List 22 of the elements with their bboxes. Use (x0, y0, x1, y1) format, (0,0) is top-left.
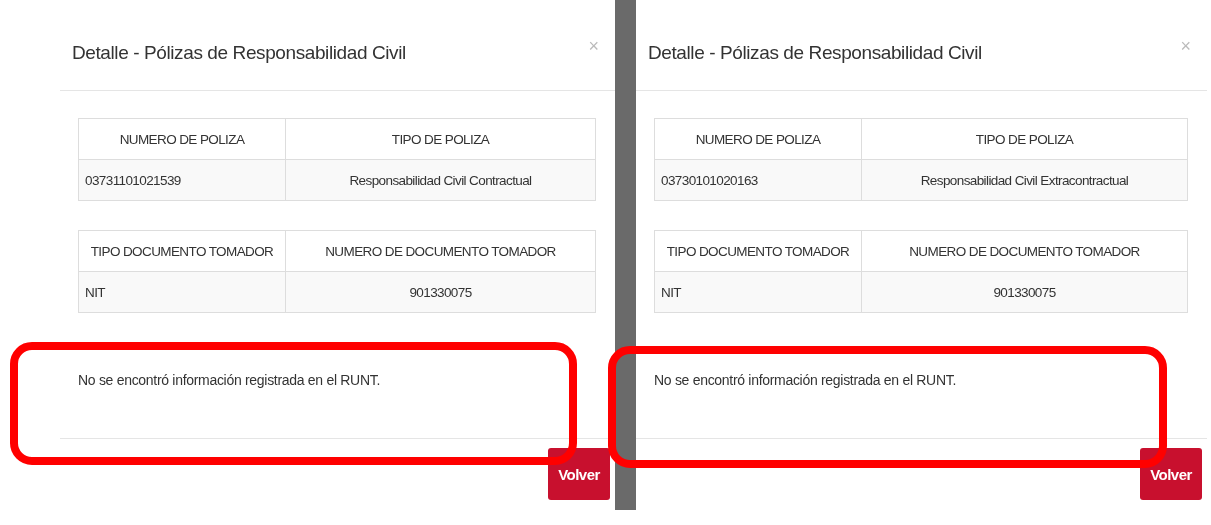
table-cell: NIT (654, 271, 862, 313)
column-header: TIPO DOCUMENTO TOMADOR (654, 230, 862, 272)
table-cell: 03731101021539 (78, 159, 286, 201)
table-cell: 03730101020163 (654, 159, 862, 201)
info-message: No se encontró información registrada en el RUNT. (654, 372, 956, 388)
table-cell: NIT (78, 271, 286, 313)
table-cell: Responsabilidad Civil Extracontractual (861, 159, 1188, 201)
column-header: NUMERO DE DOCUMENTO TOMADOR (285, 230, 596, 272)
column-header: TIPO DE POLIZA (285, 118, 596, 160)
info-message: No se encontró información registrada en el RUNT. (78, 372, 380, 388)
column-header: NUMERO DE DOCUMENTO TOMADOR (861, 230, 1188, 272)
back-button[interactable]: Volver (1140, 448, 1202, 500)
table-cell: 901330075 (861, 271, 1188, 313)
column-header: TIPO DOCUMENTO TOMADOR (78, 230, 286, 272)
column-header: NUMERO DE POLIZA (78, 118, 286, 160)
column-header: TIPO DE POLIZA (861, 118, 1188, 160)
dialog-title: Detalle - Pólizas de Responsabilidad Civil (648, 41, 982, 64)
table-cell: Responsabilidad Civil Contractual (285, 159, 596, 201)
back-button[interactable]: Volver (548, 448, 610, 500)
dialog-title: Detalle - Pólizas de Responsabilidad Civil (72, 41, 406, 64)
column-header: NUMERO DE POLIZA (654, 118, 862, 160)
table-cell: 901330075 (285, 271, 596, 313)
